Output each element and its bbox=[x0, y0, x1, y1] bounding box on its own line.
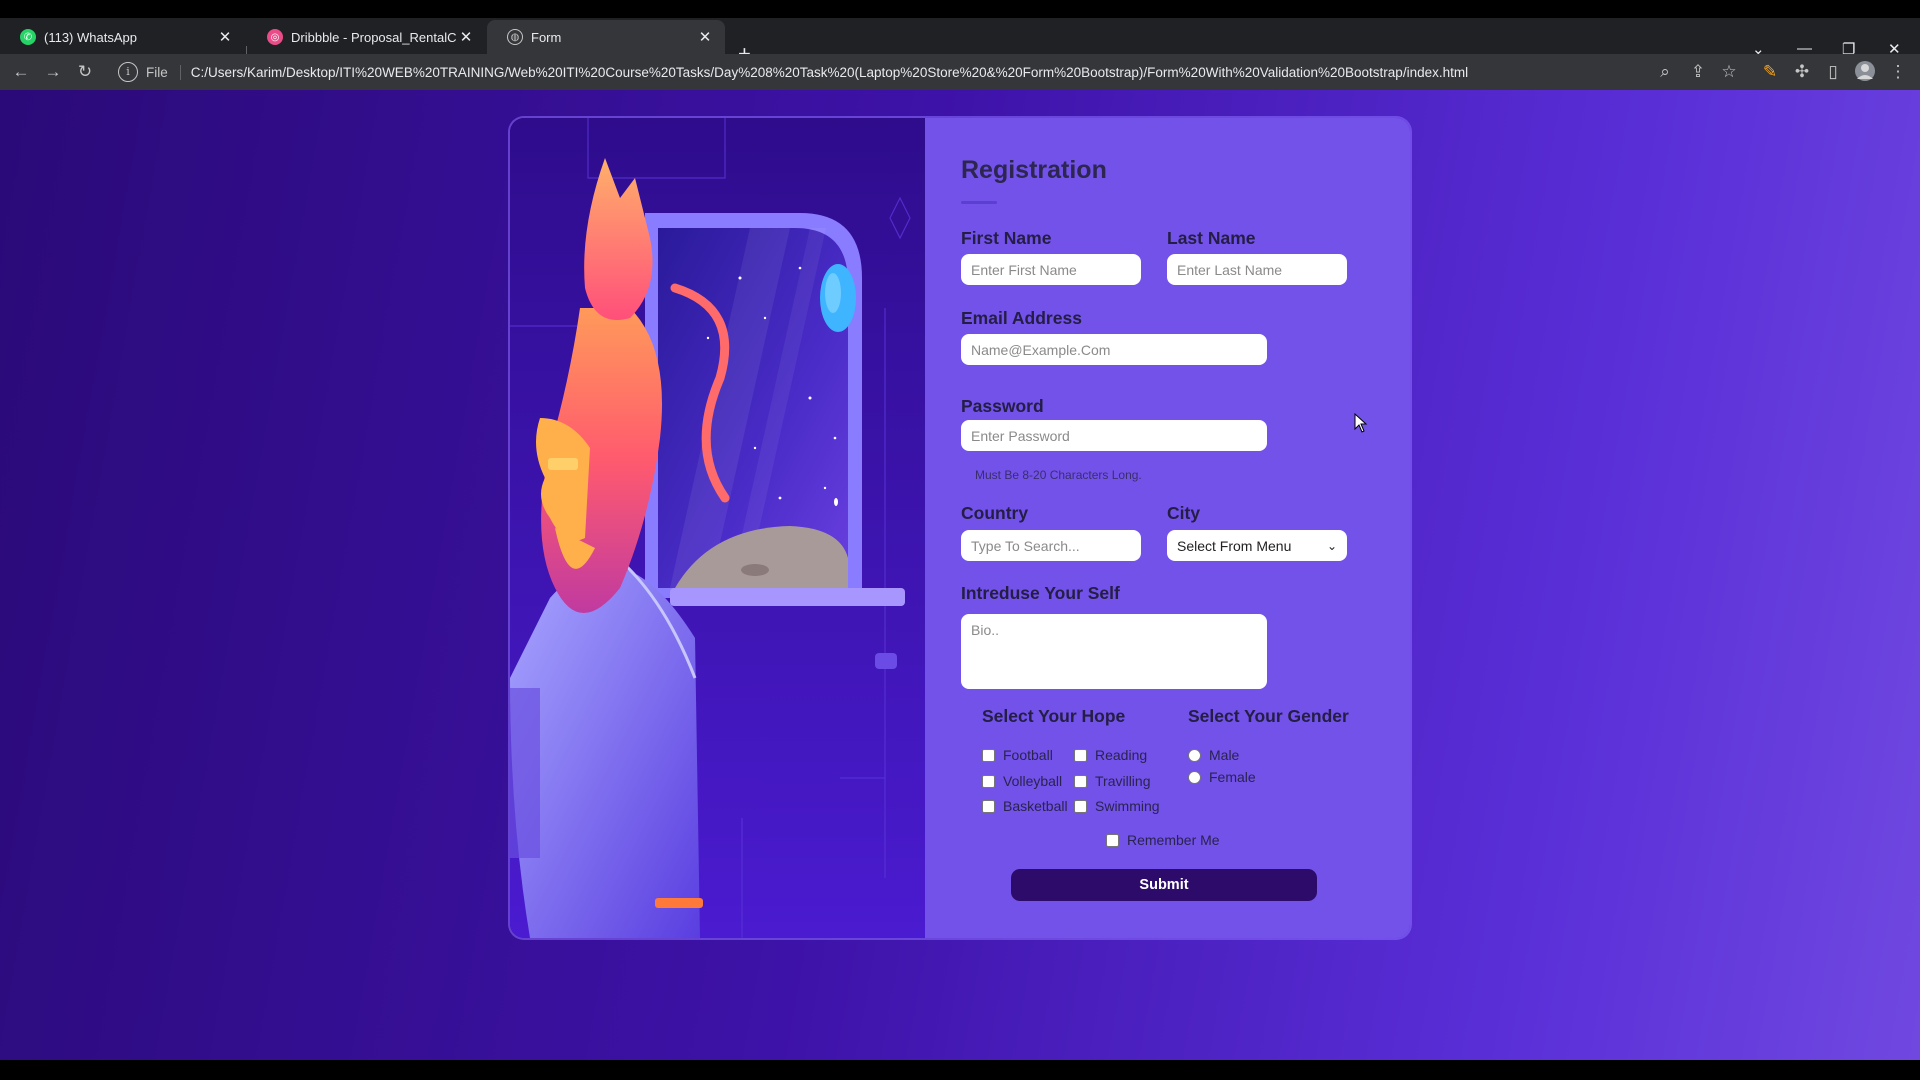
pen-extension-icon[interactable]: ✎ bbox=[1758, 60, 1782, 84]
country-input[interactable] bbox=[961, 530, 1141, 561]
chevron-down-icon: ⌄ bbox=[1326, 538, 1337, 553]
back-icon[interactable]: ← bbox=[9, 60, 33, 84]
astronaut-cat-illustration bbox=[510, 118, 925, 938]
screen-top-edge bbox=[0, 0, 1920, 18]
tab-title: Dribbble - Proposal_RentalCar.pn bbox=[291, 29, 456, 45]
checkbox-label: Football bbox=[1003, 747, 1053, 763]
page-title: Registration bbox=[961, 156, 1107, 184]
hope-football-checkbox[interactable]: Football bbox=[982, 747, 1053, 763]
hope-basketball-checkbox[interactable]: Basketball bbox=[982, 798, 1068, 814]
bookmark-star-icon[interactable]: ☆ bbox=[1717, 60, 1741, 84]
gender-heading: Select Your Gender bbox=[1188, 706, 1349, 726]
hope-swimming-checkbox[interactable]: Swimming bbox=[1074, 798, 1160, 814]
remember-me-checkbox[interactable]: Remember Me bbox=[1106, 832, 1220, 848]
hope-volleyball-checkbox[interactable]: Volleyball bbox=[982, 773, 1062, 789]
password-field[interactable] bbox=[961, 420, 1267, 451]
address-bar[interactable]: i File C:/Users/Karim/Desktop/ITI%20WEB%… bbox=[110, 57, 1710, 87]
checkbox-label: Basketball bbox=[1003, 798, 1068, 814]
close-icon[interactable]: ✕ bbox=[456, 28, 476, 46]
checkbox-label: Reading bbox=[1095, 747, 1148, 763]
hope-heading: Select Your Hope bbox=[982, 706, 1126, 726]
email-field[interactable] bbox=[961, 334, 1267, 365]
screen-bottom-edge bbox=[0, 1060, 1920, 1080]
extensions-icon[interactable]: ✣ bbox=[1790, 60, 1814, 84]
radio-circle[interactable] bbox=[1188, 748, 1201, 762]
browser-toolbar: ← → ↻ i File C:/Users/Karim/Desktop/ITI%… bbox=[0, 54, 1920, 90]
password-helper-text: Must Be 8-20 Characters Long. bbox=[975, 468, 1142, 482]
title-underline bbox=[961, 201, 997, 204]
forward-icon[interactable]: → bbox=[41, 60, 65, 84]
country-label: Country bbox=[961, 503, 1029, 523]
checkbox-box[interactable] bbox=[1074, 748, 1087, 762]
checkbox-box[interactable] bbox=[1074, 799, 1087, 813]
info-icon[interactable]: i bbox=[118, 62, 138, 82]
url-text[interactable]: C:/Users/Karim/Desktop/ITI%20WEB%20TRAIN… bbox=[191, 65, 1468, 80]
scheme-label: File bbox=[146, 64, 181, 80]
tab-title: (113) WhatsApp bbox=[44, 29, 137, 45]
radio-label: Male bbox=[1209, 747, 1240, 763]
gender-male-radio[interactable]: Male bbox=[1188, 747, 1239, 763]
registration-form: Registration First Name Last Name Email … bbox=[925, 118, 1410, 938]
dribbble-icon: ◎ bbox=[267, 29, 283, 45]
page-viewport: Registration First Name Last Name Email … bbox=[0, 90, 1920, 1060]
gender-female-radio[interactable]: Female bbox=[1188, 769, 1256, 785]
bio-textarea[interactable] bbox=[961, 614, 1267, 689]
submit-button[interactable]: Submit bbox=[1011, 869, 1317, 901]
last-name-input[interactable] bbox=[1167, 254, 1347, 285]
checkbox-box[interactable] bbox=[1074, 774, 1087, 788]
email-label: Email Address bbox=[961, 308, 1082, 328]
tab-whatsapp[interactable]: ✆ (113) WhatsApp ✕ bbox=[0, 20, 245, 54]
tab-form[interactable]: ◍ Form ✕ bbox=[487, 20, 725, 54]
radio-circle[interactable] bbox=[1188, 770, 1201, 784]
avatar[interactable] bbox=[1853, 60, 1877, 84]
tab-title: Form bbox=[531, 29, 562, 45]
close-icon[interactable]: ✕ bbox=[215, 28, 235, 46]
registration-card: Registration First Name Last Name Email … bbox=[510, 118, 1410, 938]
globe-icon: ◍ bbox=[507, 29, 523, 45]
checkbox-box[interactable] bbox=[1106, 833, 1119, 847]
checkbox-box[interactable] bbox=[982, 799, 995, 813]
password-label: Password bbox=[961, 396, 1044, 416]
tab-dribbble[interactable]: ◎ Dribbble - Proposal_RentalCar.pn ✕ bbox=[247, 20, 486, 54]
city-select[interactable]: Select From Menu ⌄ bbox=[1167, 530, 1347, 561]
checkbox-label: Travilling bbox=[1095, 773, 1151, 789]
city-label: City bbox=[1167, 503, 1201, 523]
checkbox-label: Volleyball bbox=[1003, 773, 1063, 789]
hope-reading-checkbox[interactable]: Reading bbox=[1074, 747, 1147, 763]
close-icon[interactable]: ✕ bbox=[695, 28, 715, 46]
tab-strip: ✆ (113) WhatsApp ✕ ◎ Dribbble - Proposal… bbox=[0, 18, 1920, 66]
mouse-cursor-icon bbox=[1354, 413, 1368, 433]
checkbox-box[interactable] bbox=[982, 748, 995, 762]
zoom-icon[interactable]: ⌕ bbox=[1653, 60, 1677, 84]
share-icon[interactable]: ⇪ bbox=[1686, 60, 1710, 84]
side-panel-icon[interactable]: ▯ bbox=[1821, 60, 1845, 84]
menu-icon[interactable]: ⋮ bbox=[1886, 60, 1910, 84]
first-name-label: First Name bbox=[961, 228, 1052, 248]
city-select-value: Select From Menu bbox=[1177, 537, 1292, 554]
first-name-input[interactable] bbox=[961, 254, 1141, 285]
bio-label: Intreduse Your Self bbox=[961, 583, 1120, 603]
checkbox-label: Swimming bbox=[1095, 798, 1160, 814]
checkbox-label: Remember Me bbox=[1127, 832, 1220, 848]
radio-label: Female bbox=[1209, 769, 1256, 785]
last-name-label: Last Name bbox=[1167, 228, 1256, 248]
reload-icon[interactable]: ↻ bbox=[73, 60, 97, 84]
checkbox-box[interactable] bbox=[982, 774, 995, 788]
whatsapp-icon: ✆ bbox=[20, 29, 36, 45]
hope-travilling-checkbox[interactable]: Travilling bbox=[1074, 773, 1151, 789]
